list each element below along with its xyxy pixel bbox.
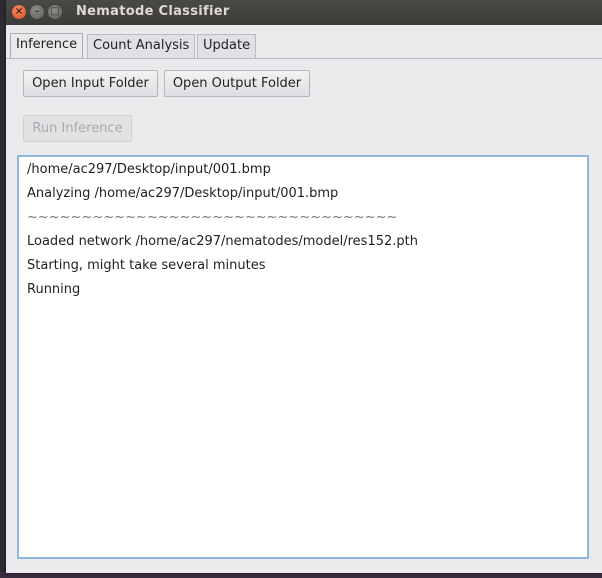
open-output-folder-button[interactable]: Open Output Folder	[164, 70, 310, 97]
log-line: Starting, might take several minutes	[27, 258, 266, 273]
log-output-area[interactable]: /home/ac297/Desktop/input/001.bmp Analyz…	[17, 155, 589, 559]
window-title: Nematode Classifier	[76, 4, 230, 19]
log-line: Loaded network /home/ac297/nematodes/mod…	[27, 234, 418, 249]
tab-count-analysis[interactable]: Count Analysis	[87, 34, 196, 58]
log-separator: ~~~~~~~~~~~~~~~~~~~~~~~~~~~~~~~~~~	[27, 210, 398, 225]
maximize-icon[interactable]: □	[48, 5, 62, 19]
close-icon[interactable]: ×	[12, 5, 26, 19]
title-bar[interactable]: × – □ Nematode Classifier	[6, 0, 602, 25]
tab-bar: Inference Count Analysis Update	[6, 30, 602, 59]
tab-update[interactable]: Update	[197, 34, 257, 58]
open-input-folder-button[interactable]: Open Input Folder	[23, 70, 158, 97]
minimize-icon[interactable]: –	[30, 5, 44, 19]
log-line: Analyzing /home/ac297/Desktop/input/001.…	[27, 186, 339, 201]
tab-inference[interactable]: Inference	[10, 33, 84, 58]
run-inference-button[interactable]: Run Inference	[23, 115, 132, 142]
log-line: /home/ac297/Desktop/input/001.bmp	[27, 162, 271, 177]
app-window: × – □ Nematode Classifier Inference Coun…	[6, 0, 602, 573]
log-line: Running	[27, 282, 81, 297]
